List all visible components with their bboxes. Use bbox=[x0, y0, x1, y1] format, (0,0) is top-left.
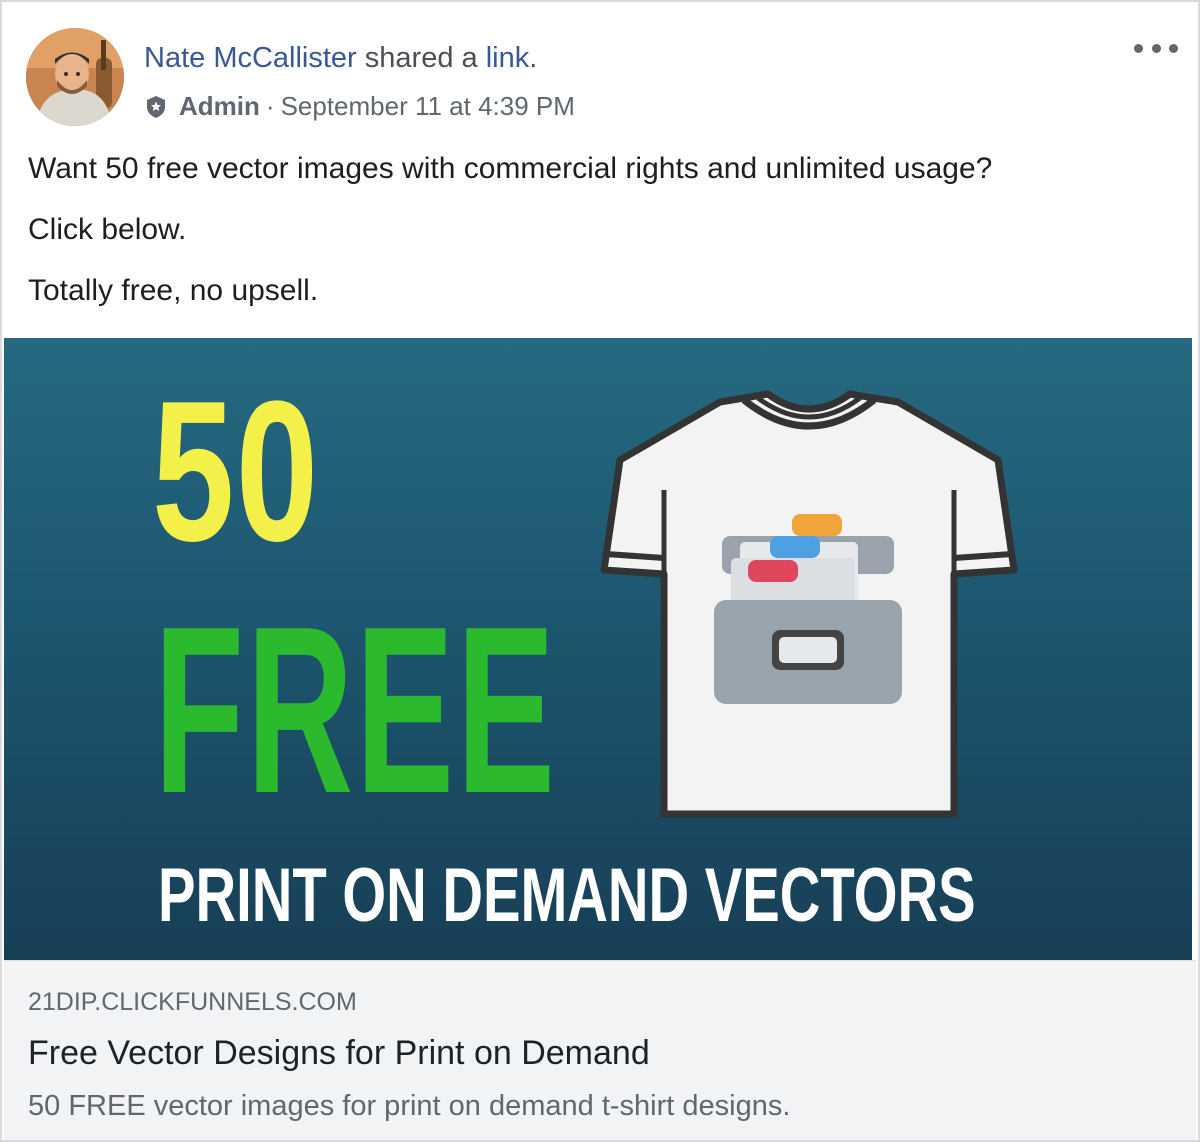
more-dot bbox=[1151, 43, 1161, 53]
action-text: shared a bbox=[356, 42, 486, 74]
meta-separator: · bbox=[265, 91, 275, 121]
post-paragraph: Click below. bbox=[28, 213, 187, 246]
more-dot bbox=[1169, 43, 1178, 53]
more-options-icon[interactable] bbox=[1134, 38, 1178, 58]
author-name-link[interactable]: Nate McCallister bbox=[144, 42, 357, 74]
post-timestamp[interactable]: September 11 at 4:39 PM bbox=[281, 90, 575, 122]
post-message: Want 50 free vector images with commerci… bbox=[28, 152, 1172, 335]
author-avatar[interactable] bbox=[26, 28, 124, 126]
admin-badge-icon bbox=[144, 94, 168, 118]
link-preview-image[interactable]: 50 FREE PRINT ON DEMAND VECTORS bbox=[4, 338, 1192, 960]
link-domain: 21DIP.CLICKFUNNELS.COM bbox=[28, 988, 357, 1016]
banner-number-text: 50 bbox=[152, 360, 320, 583]
link-title[interactable]: Free Vector Designs for Print on Demand bbox=[28, 1033, 650, 1073]
link-description: 50 FREE vector images for print on deman… bbox=[28, 1090, 791, 1122]
shared-link-word[interactable]: link bbox=[486, 42, 530, 74]
post-header: Nate McCallister shared a link. Admin · … bbox=[26, 28, 1178, 128]
banner-free-text: FREE bbox=[154, 578, 558, 843]
post-author-line: Nate McCallister shared a link. bbox=[144, 40, 537, 76]
admin-role-label: Admin bbox=[179, 91, 260, 121]
post-paragraph: Want 50 free vector images with commerci… bbox=[28, 152, 993, 185]
link-preview-footer[interactable]: 21DIP.CLICKFUNNELS.COM Free Vector Desig… bbox=[4, 960, 1196, 1140]
post-meta-line: Admin · September 11 at 4:39 PM bbox=[144, 90, 575, 122]
facebook-post-card: Nate McCallister shared a link. Admin · … bbox=[0, 0, 1200, 1142]
banner-subtitle-text: PRINT ON DEMAND VECTORS bbox=[158, 853, 976, 938]
post-paragraph: Totally free, no upsell. bbox=[28, 274, 319, 307]
action-end: . bbox=[529, 42, 538, 74]
tshirt-file-box-icon bbox=[600, 390, 1018, 818]
more-dot bbox=[1134, 43, 1143, 53]
